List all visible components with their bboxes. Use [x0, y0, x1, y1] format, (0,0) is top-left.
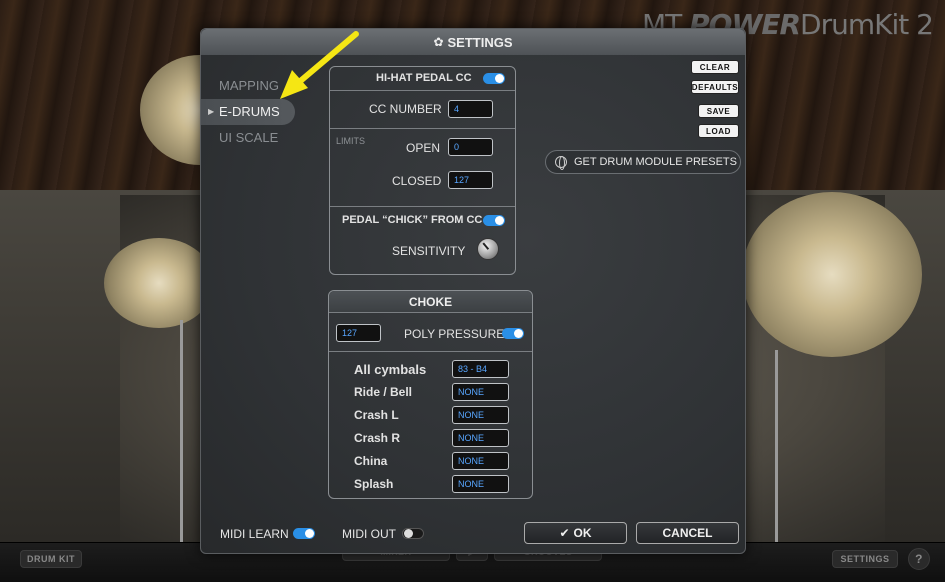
pedal-chick-label: PEDAL “CHICK” FROM CC	[342, 214, 483, 226]
choke-row-label: Ride / Bell	[354, 385, 413, 399]
divider	[330, 206, 515, 207]
sensitivity-knob[interactable]	[477, 238, 499, 260]
hihat-pedal-cc-label: HI-HAT PEDAL CC	[376, 72, 472, 84]
defaults-button[interactable]: DEFAULTS	[691, 80, 739, 94]
nav-item-label: E-DRUMS	[219, 104, 280, 119]
clear-button[interactable]: CLEAR	[691, 60, 739, 74]
dialog-title: SETTINGS	[447, 34, 513, 50]
nav-item-label: MAPPING	[219, 78, 279, 93]
choke-row-field[interactable]: NONE	[452, 406, 509, 424]
midi-learn-label: MIDI LEARN	[220, 527, 289, 541]
pedal-chick-toggle[interactable]	[483, 215, 505, 226]
choke-row-label: Splash	[354, 477, 394, 491]
ok-label: OK	[573, 526, 592, 540]
limits-label: LIMITS	[336, 136, 366, 146]
open-field[interactable]: 0	[448, 138, 493, 156]
save-button[interactable]: SAVE	[698, 104, 739, 118]
poly-pressure-toggle[interactable]	[502, 328, 524, 339]
choke-panel: CHOKE 127 POLY PRESSURE All cymbals 83 -…	[328, 290, 533, 499]
drum-kit-button[interactable]: DRUM KIT	[20, 550, 82, 568]
globe-icon	[555, 156, 567, 170]
divider	[330, 90, 515, 91]
nav-item-mapping[interactable]: MAPPING	[201, 73, 301, 99]
cc-number-label: CC NUMBER	[369, 102, 442, 116]
sensitivity-label: SENSITIVITY	[392, 244, 466, 258]
choke-row-label: Crash L	[354, 408, 399, 422]
settings-nav: MAPPING ▶ E-DRUMS UI SCALE	[201, 73, 301, 151]
divider	[330, 128, 515, 129]
choke-row-field[interactable]: NONE	[452, 429, 509, 447]
caret-right-icon: ▶	[208, 107, 215, 116]
ok-button[interactable]: ✔ OK	[524, 522, 627, 544]
poly-pressure-label: POLY PRESSURE	[404, 327, 505, 341]
choke-row-field[interactable]: 83 - B4	[452, 360, 509, 378]
dialog-titlebar: ✿ SETTINGS	[201, 29, 745, 55]
hihat-pedal-cc-toggle[interactable]	[483, 73, 505, 84]
open-label: OPEN	[406, 141, 441, 155]
hihat-panel: HI-HAT PEDAL CC CC NUMBER 4 LIMITS OPEN …	[329, 66, 516, 275]
cymbal-right	[742, 192, 922, 357]
settings-button[interactable]: SETTINGS	[832, 550, 898, 568]
cc-number-field[interactable]: 4	[448, 100, 493, 118]
cymbal-stand	[775, 350, 778, 550]
closed-field[interactable]: 127	[448, 171, 493, 189]
midi-out-toggle[interactable]	[402, 528, 424, 539]
choke-row-field[interactable]: NONE	[452, 383, 509, 401]
settings-dialog: ✿ SETTINGS MAPPING ▶ E-DRUMS UI SCALE CL…	[200, 28, 746, 554]
nav-item-ui-scale[interactable]: UI SCALE	[201, 125, 301, 151]
midi-learn-toggle[interactable]	[293, 528, 315, 539]
closed-label: CLOSED	[392, 174, 442, 188]
choke-row-label: All cymbals	[354, 362, 427, 377]
choke-row-label: China	[354, 454, 388, 468]
cancel-label: CANCEL	[662, 526, 713, 540]
nav-item-label: UI SCALE	[219, 130, 279, 145]
get-presets-label: GET DRUM MODULE PRESETS	[574, 156, 737, 168]
midi-out-label: MIDI OUT	[342, 527, 396, 541]
choke-row-field[interactable]: NONE	[452, 452, 509, 470]
gear-icon: ✿	[433, 35, 444, 49]
nav-item-e-drums[interactable]: ▶ E-DRUMS	[201, 99, 295, 125]
help-button[interactable]: ?	[908, 548, 930, 570]
check-icon: ✔	[559, 526, 570, 540]
cancel-button[interactable]: CANCEL	[636, 522, 739, 544]
cymbal-stand	[180, 320, 183, 550]
choke-row-field[interactable]: NONE	[452, 475, 509, 493]
choke-row-label: Crash R	[354, 431, 401, 445]
cymbal-left-hihat	[104, 238, 214, 328]
divider	[329, 351, 532, 352]
get-drum-module-presets-button[interactable]: GET DRUM MODULE PRESETS	[545, 150, 741, 174]
load-button[interactable]: LOAD	[698, 124, 739, 138]
choke-title: CHOKE	[329, 291, 532, 313]
choke-threshold-field[interactable]: 127	[336, 324, 381, 342]
